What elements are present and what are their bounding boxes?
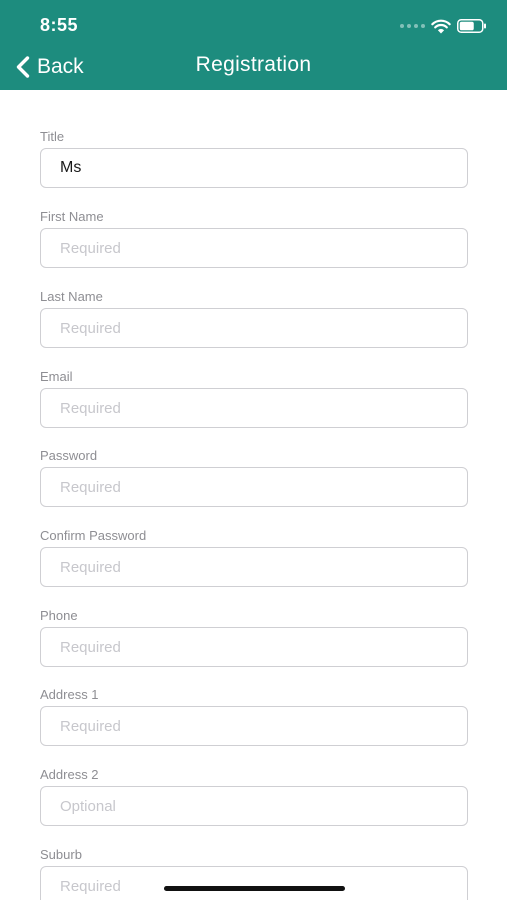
field-address-2: Address 2 (40, 767, 468, 847)
address-2-input[interactable] (40, 786, 468, 826)
last-name-label: Last Name (40, 289, 103, 304)
field-address-1: Address 1 (40, 687, 468, 767)
battery-icon (457, 19, 486, 33)
field-title: Title (40, 129, 468, 209)
home-indicator[interactable] (164, 886, 345, 891)
title-label: Title (40, 129, 65, 144)
field-first-name: First Name (40, 209, 468, 289)
address-1-input[interactable] (40, 706, 468, 746)
field-email: Email (40, 369, 468, 449)
email-label: Email (40, 369, 73, 384)
page-title: Registration (195, 53, 312, 76)
field-last-name: Last Name (40, 289, 468, 369)
address-2-label: Address 2 (40, 767, 99, 782)
field-password: Password (40, 448, 468, 528)
header-bar: 8:55 Back Registration (0, 0, 507, 90)
phone-label: Phone (40, 608, 78, 623)
title-input[interactable] (40, 148, 468, 188)
address-1-label: Address 1 (40, 687, 99, 702)
phone-input[interactable] (40, 627, 468, 667)
suburb-label: Suburb (40, 847, 82, 862)
confirm-password-label: Confirm Password (40, 528, 147, 543)
password-input[interactable] (40, 467, 468, 507)
status-icons (400, 16, 487, 36)
registration-screen: 8:55 Back Registration Title Ms First Na… (0, 0, 507, 900)
signal-icon (400, 24, 425, 28)
status-time: 8:55 (40, 15, 79, 35)
field-confirm-password: Confirm Password (40, 528, 468, 608)
first-name-label: First Name (40, 209, 104, 224)
email-input[interactable] (40, 388, 468, 428)
first-name-input[interactable] (40, 228, 468, 268)
suburb-input[interactable] (40, 866, 468, 900)
confirm-password-input[interactable] (40, 547, 468, 587)
field-phone: Phone (40, 608, 468, 688)
last-name-input[interactable] (40, 308, 468, 348)
password-label: Password (40, 448, 98, 463)
wifi-icon (431, 19, 451, 34)
field-suburb: Suburb (40, 847, 468, 900)
